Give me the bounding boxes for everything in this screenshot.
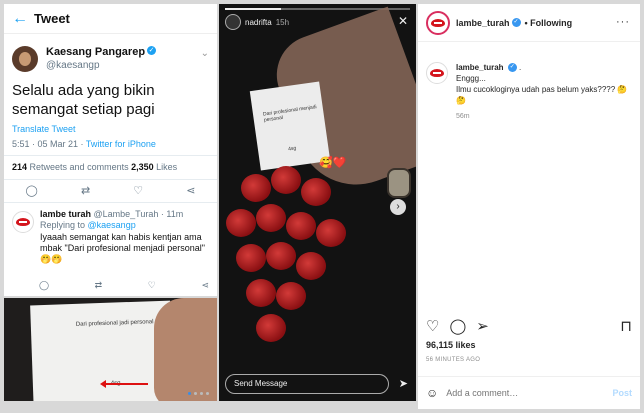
post-header: lambe_turah ✓ • Following ··· xyxy=(418,4,640,42)
post-caption: lambe_turah ✓ . Enggg... Ilmu cucoklogin… xyxy=(426,62,632,120)
red-arrow-icon xyxy=(100,380,148,388)
author-name[interactable]: Kaesang Pangarep xyxy=(46,46,145,58)
divider xyxy=(4,155,217,156)
tweet-header-title: Tweet xyxy=(34,11,70,26)
send-icon[interactable]: ➤ xyxy=(399,377,408,390)
reply-author-handle: @Lambe_Turah · 11m xyxy=(91,209,184,219)
post-action-bar: ♡ ◯ ➢ ⊓ xyxy=(426,317,632,335)
comment-icon[interactable]: ◯ xyxy=(449,317,466,335)
post-username[interactable]: lambe_turah xyxy=(456,18,510,28)
instagram-post-panel: lambe_turah ✓ • Following ··· lambe_turah… xyxy=(418,4,640,409)
verified-icon: ✓ xyxy=(147,46,157,56)
translate-tweet-link[interactable]: Translate Tweet xyxy=(12,124,76,134)
replying-to: Replying to @kaesangp xyxy=(40,220,215,231)
emoji-icon[interactable]: ☺ xyxy=(426,386,438,400)
avatar[interactable] xyxy=(426,10,450,35)
reply-tweet[interactable]: lambe turah @Lambe_Turah · 11m Replying … xyxy=(12,209,215,264)
reply-icon[interactable]: ◯ xyxy=(39,280,49,291)
story-username[interactable]: nadrifta xyxy=(245,18,272,27)
story-panel: nadrifta 15h ✕ Dari profesional menjadi … xyxy=(219,4,416,401)
likes-label[interactable]: Likes xyxy=(154,162,177,172)
tweet-text: Selalu ada yang bikin semangat setiap pa… xyxy=(12,82,155,118)
share-icon[interactable]: ➢ xyxy=(476,317,489,335)
story-card-small: 4sg xyxy=(287,145,297,153)
likes-count[interactable]: 96,115 likes xyxy=(426,340,476,350)
like-count[interactable]: 2,350 xyxy=(131,162,154,172)
following-button[interactable]: • Following xyxy=(525,18,573,28)
bookmark-icon[interactable]: ⊓ xyxy=(620,317,632,335)
tweet-author[interactable]: Kaesang Pangarep ✓ @kaesangp xyxy=(12,44,157,73)
lips-logo-icon xyxy=(16,218,30,226)
tweet-action-bar: ◯ ⇄ ♡ ⋖ xyxy=(4,184,217,197)
lips-logo-icon xyxy=(431,18,445,27)
story-time: 15h xyxy=(275,17,290,27)
close-icon[interactable]: ✕ xyxy=(398,14,408,28)
retweets-label[interactable]: Retweets and comments xyxy=(27,162,131,172)
story-avatar[interactable] xyxy=(225,14,241,30)
story-header[interactable]: nadrifta 15h xyxy=(225,14,289,30)
comment-bar: ☺ Post xyxy=(418,376,640,409)
roses-bouquet xyxy=(221,164,371,374)
verified-icon: ✓ xyxy=(511,18,521,27)
like-heart-icon[interactable]: ♡ xyxy=(426,317,439,335)
avatar[interactable] xyxy=(12,45,38,72)
lips-logo-icon xyxy=(430,69,444,77)
tweet-panel: ← Tweet Kaesang Pangarep ✓ @kaesangp ⌄ Se… xyxy=(4,4,217,296)
retweet-icon[interactable]: ⇄ xyxy=(95,280,103,291)
retweet-icon[interactable]: ⇄ xyxy=(81,184,90,197)
reply-action-bar: ◯ ⇄ ♡ ⋖ xyxy=(39,280,209,291)
caption-time: 56m xyxy=(456,113,470,120)
hand-photo xyxy=(154,298,217,401)
share-icon[interactable]: ⋖ xyxy=(201,280,209,291)
screenshot-collage: ← Tweet Kaesang Pangarep ✓ @kaesangp ⌄ Se… xyxy=(0,0,644,413)
reply-text: Iyaaah semangat kan habis kentjan ama mb… xyxy=(40,232,205,264)
author-handle[interactable]: @kaesangp xyxy=(46,59,156,73)
back-arrow-icon[interactable]: ← xyxy=(12,10,34,28)
tweet-client-link[interactable]: Twitter for iPhone xyxy=(86,139,156,149)
paper-photo: Dari profesional jadi personal 4sg xyxy=(4,298,217,401)
replying-to-label: Replying to xyxy=(40,220,88,230)
chevron-down-icon[interactable]: ⌄ xyxy=(201,48,209,59)
watch-photo xyxy=(387,168,411,198)
post-button[interactable]: Post xyxy=(612,388,632,398)
post-time-ago: 56 MINUTES AGO xyxy=(426,357,481,363)
story-card-text: Dari profesional menjadi personal xyxy=(262,104,317,124)
tweet-header: ← Tweet xyxy=(4,4,217,34)
caption-line: Ilmu cucokloginya udah pas belum yaks???… xyxy=(456,85,628,105)
tweet-time: 5:51 · 05 Mar 21 · xyxy=(12,139,86,149)
more-options-icon[interactable]: ··· xyxy=(616,16,630,28)
replying-to-handle[interactable]: @kaesangp xyxy=(88,220,136,230)
reply-icon[interactable]: ◯ xyxy=(26,184,38,197)
send-message-input[interactable]: Send Message xyxy=(225,374,389,394)
tweet-timestamp: 5:51 · 05 Mar 21 · Twitter for iPhone xyxy=(12,139,156,149)
tweet-stats: 214 Retweets and comments 2,350 Likes xyxy=(12,162,177,172)
carousel-dots xyxy=(188,392,209,395)
comment-input[interactable] xyxy=(446,388,597,398)
reply-avatar[interactable] xyxy=(12,211,34,233)
story-sticker: 🥰❤️ xyxy=(319,157,347,169)
caption-avatar[interactable] xyxy=(426,62,448,84)
like-icon[interactable]: ♡ xyxy=(148,280,156,291)
caption-username[interactable]: lambe_turah xyxy=(456,63,504,72)
divider xyxy=(4,202,217,203)
share-icon[interactable]: ⋖ xyxy=(186,184,195,197)
divider xyxy=(4,179,217,180)
paper-text: Dari profesional jadi personal xyxy=(75,319,154,328)
reply-author-name[interactable]: lambe turah xyxy=(40,209,91,219)
retweet-count[interactable]: 214 xyxy=(12,162,27,172)
caption-line: Enggg... xyxy=(456,74,486,83)
verified-icon: ✓ xyxy=(507,63,517,73)
like-icon[interactable]: ♡ xyxy=(133,184,143,197)
chevron-right-icon[interactable]: › xyxy=(390,199,406,215)
